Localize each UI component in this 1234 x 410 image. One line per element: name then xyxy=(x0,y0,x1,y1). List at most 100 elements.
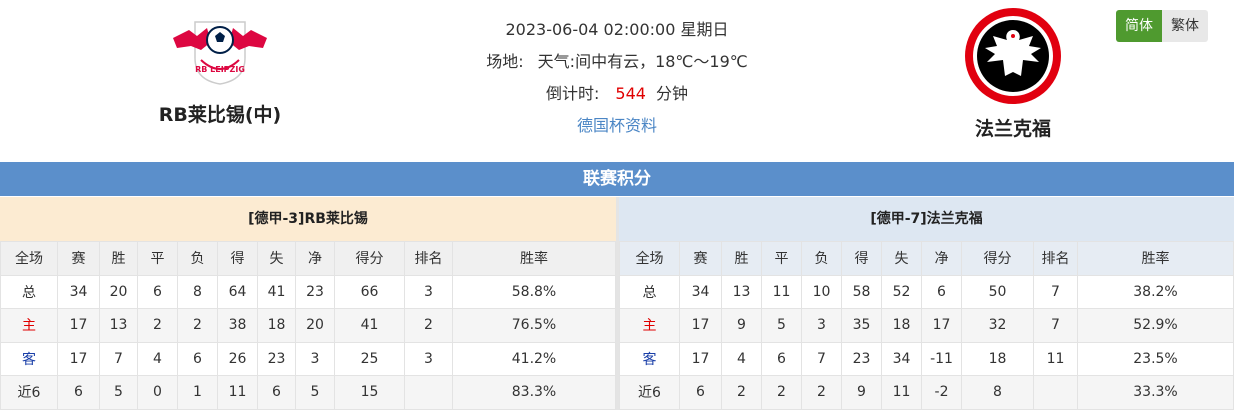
rb-leipzig-logo[interactable]: RB LEIPZIG xyxy=(167,8,273,86)
table-row: 客 17 4 6 7 23 34 -11 18 11 23.5% xyxy=(619,341,1234,376)
table-cell: 1 xyxy=(177,375,218,410)
table-cell: 58.8% xyxy=(452,274,616,309)
countdown-line: 倒计时: 544 分钟 xyxy=(400,78,834,110)
away-team-name: 法兰克福 xyxy=(974,118,1051,140)
table-cell: 2 xyxy=(404,308,453,343)
table-row: 主 17 9 5 3 35 18 17 32 7 52.9% xyxy=(619,308,1234,343)
simplified-chinese-button[interactable]: 简体 xyxy=(1116,10,1162,42)
table-cell: 18 xyxy=(881,308,922,343)
col-header-win-rate: 胜率 xyxy=(1077,241,1234,276)
table-cell: -11 xyxy=(921,341,962,376)
col-header-draws: 平 xyxy=(137,241,178,276)
table-row: 总 34 13 11 10 58 52 6 50 7 38.2% xyxy=(619,274,1234,309)
table-cell: 34 xyxy=(881,341,922,376)
table-cell: 38.2% xyxy=(1077,274,1234,309)
col-header-goals-for: 得 xyxy=(841,241,882,276)
table-cell: 2 xyxy=(801,375,842,410)
table-cell: 2 xyxy=(761,375,802,410)
table-cell: 3 xyxy=(404,341,453,376)
home-standings-table: 全场 赛 胜 平 负 得 失 净 得分 排名 胜率 总 34 20 6 8 64… xyxy=(0,241,616,410)
table-cell: 41.2% xyxy=(452,341,616,376)
header-row: 全场 赛 胜 平 负 得 失 净 得分 排名 胜率 xyxy=(619,241,1234,276)
row-label: 近6 xyxy=(619,375,680,410)
table-cell: 6 xyxy=(57,375,100,410)
row-label: 总 xyxy=(619,274,680,309)
table-cell: 23 xyxy=(295,274,335,309)
countdown-unit: 分钟 xyxy=(655,84,688,103)
table-cell: 8 xyxy=(961,375,1034,410)
table-cell: 58 xyxy=(841,274,882,309)
table-cell: 11 xyxy=(217,375,258,410)
table-cell: 17 xyxy=(679,341,722,376)
col-header-played: 赛 xyxy=(57,241,100,276)
table-cell: 17 xyxy=(57,341,100,376)
col-header-wins: 胜 xyxy=(99,241,138,276)
table-cell: 5 xyxy=(295,375,335,410)
table-cell: 15 xyxy=(334,375,405,410)
table-cell: 2 xyxy=(177,308,218,343)
table-cell: 18 xyxy=(961,341,1034,376)
col-header-played: 赛 xyxy=(679,241,722,276)
table-cell: 3 xyxy=(404,274,453,309)
home-team: RB LEIPZIG RB莱比锡(中) xyxy=(105,0,335,127)
table-cell: 23.5% xyxy=(1077,341,1234,376)
venue-label: 场地: xyxy=(486,52,524,71)
col-header-points: 得分 xyxy=(334,241,405,276)
table-cell: 17 xyxy=(57,308,100,343)
table-cell: 34 xyxy=(679,274,722,309)
header-row: 全场 赛 胜 平 负 得 失 净 得分 排名 胜率 xyxy=(0,241,616,276)
table-cell: 41 xyxy=(334,308,405,343)
col-header-draws: 平 xyxy=(761,241,802,276)
table-cell xyxy=(1033,375,1078,410)
weather-value: 间中有云，18℃～19℃ xyxy=(575,52,748,71)
table-cell: 33.3% xyxy=(1077,375,1234,410)
table-cell: 5 xyxy=(761,308,802,343)
away-standings-panel: [德甲-7]法兰克福 全场 赛 胜 平 负 得 失 净 得分 排名 胜率 总 3… xyxy=(619,197,1234,410)
svg-text:RB LEIPZIG: RB LEIPZIG xyxy=(195,65,245,74)
table-cell: 7 xyxy=(801,341,842,376)
table-cell: 7 xyxy=(1033,274,1078,309)
table-cell: 7 xyxy=(99,341,138,376)
cup-info-link[interactable]: 德国杯资料 xyxy=(577,116,657,135)
col-header-goals-against: 失 xyxy=(257,241,296,276)
traditional-chinese-button[interactable]: 繁体 xyxy=(1162,10,1208,42)
table-cell: 6 xyxy=(679,375,722,410)
table-cell: 26 xyxy=(217,341,258,376)
table-cell: 25 xyxy=(334,341,405,376)
table-cell: 41 xyxy=(257,274,296,309)
col-header-scope: 全场 xyxy=(619,241,680,276)
table-cell: 18 xyxy=(257,308,296,343)
col-header-goals-for: 得 xyxy=(217,241,258,276)
row-label: 总 xyxy=(0,274,58,309)
table-cell: 2 xyxy=(721,375,762,410)
col-header-wins: 胜 xyxy=(721,241,762,276)
language-switch: 简体 繁体 xyxy=(1116,10,1208,42)
table-cell: 20 xyxy=(295,308,335,343)
eintracht-frankfurt-logo[interactable] xyxy=(963,6,1063,106)
table-cell: 13 xyxy=(99,308,138,343)
home-standings-panel: [德甲-3]RB莱比锡 全场 赛 胜 平 负 得 失 净 得分 排名 胜率 总 … xyxy=(0,197,616,410)
table-cell: 3 xyxy=(295,341,335,376)
table-cell: 6 xyxy=(137,274,178,309)
table-cell: 6 xyxy=(177,341,218,376)
away-standings-title: [德甲-7]法兰克福 xyxy=(619,197,1234,241)
col-header-points: 得分 xyxy=(961,241,1034,276)
col-header-scope: 全场 xyxy=(0,241,58,276)
table-row: 近6 6 5 0 1 11 6 5 15 83.3% xyxy=(0,375,616,410)
col-header-losses: 负 xyxy=(801,241,842,276)
table-cell: 8 xyxy=(177,274,218,309)
col-header-win-rate: 胜率 xyxy=(452,241,616,276)
table-cell: 52.9% xyxy=(1077,308,1234,343)
table-row: 总 34 20 6 8 64 41 23 66 3 58.8% xyxy=(0,274,616,309)
col-header-rank: 排名 xyxy=(1033,241,1078,276)
countdown-value: 544 xyxy=(615,84,646,103)
table-cell: 76.5% xyxy=(452,308,616,343)
away-standings-table: 全场 赛 胜 平 负 得 失 净 得分 排名 胜率 总 34 13 11 10 … xyxy=(619,241,1234,410)
table-cell: 23 xyxy=(257,341,296,376)
table-cell: 0 xyxy=(137,375,178,410)
table-cell: 4 xyxy=(137,341,178,376)
match-datetime: 2023-06-04 02:00:00 星期日 xyxy=(505,20,729,39)
table-cell: 38 xyxy=(217,308,258,343)
table-cell: 34 xyxy=(57,274,100,309)
league-standings-title: 联赛积分 xyxy=(0,162,1234,196)
